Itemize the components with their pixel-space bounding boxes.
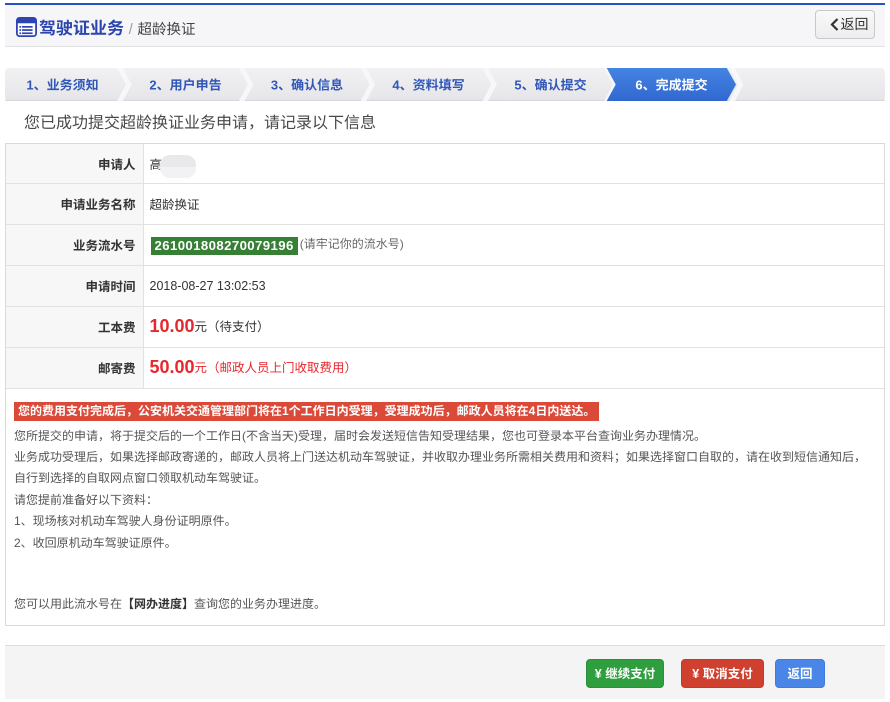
svg-text:5、确认提交: 5、确认提交	[514, 78, 586, 93]
svg-text:4、资料填写: 4、资料填写	[392, 78, 464, 93]
svg-text:6、完成提交: 6、完成提交	[635, 78, 707, 93]
svg-text:3、确认信息: 3、确认信息	[271, 78, 343, 93]
svg-text:2、用户申告: 2、用户申告	[149, 78, 221, 93]
svg-text:1、业务须知: 1、业务须知	[26, 78, 98, 93]
